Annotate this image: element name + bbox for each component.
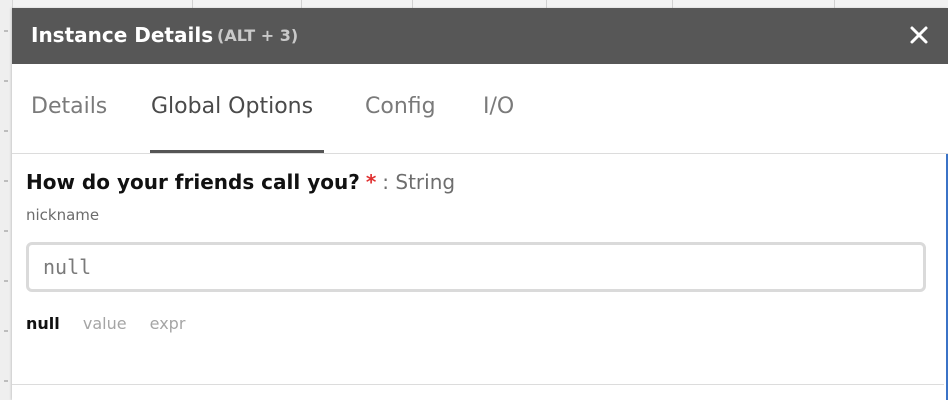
value-mode-selector: null value expr — [26, 314, 203, 333]
mode-null[interactable]: null — [26, 314, 60, 333]
keyboard-shortcut-hint: (ALT + 3) — [217, 26, 299, 45]
tab-global-options[interactable]: Global Options — [151, 94, 313, 119]
tab-details[interactable]: Details — [31, 94, 107, 119]
tab-io[interactable]: I/O — [483, 94, 514, 119]
nickname-input[interactable]: null — [26, 242, 926, 292]
close-button[interactable] — [904, 20, 934, 50]
strip-tick — [4, 380, 8, 382]
strip-tick — [4, 180, 8, 182]
mode-expr[interactable]: expr — [150, 314, 186, 333]
field-label: How do your friends call you? *: String — [26, 170, 455, 194]
tab-bar: Details Global Options Config I/O — [12, 64, 948, 154]
strip-tick — [4, 230, 8, 232]
strip-tick — [4, 330, 8, 332]
global-options-content: How do your friends call you? *: String n… — [12, 154, 948, 400]
active-tab-indicator — [150, 150, 324, 153]
panel-title: Instance Details — [31, 23, 214, 47]
instance-details-panel: Instance Details (ALT + 3) Details Globa… — [12, 8, 948, 400]
section-divider — [12, 384, 944, 385]
field-question: How do your friends call you? — [26, 170, 360, 194]
panel-header: Instance Details (ALT + 3) — [12, 8, 948, 64]
field-type: : String — [382, 170, 456, 194]
close-icon — [910, 26, 928, 44]
strip-tick — [4, 30, 8, 32]
strip-tick — [4, 280, 8, 282]
mode-value[interactable]: value — [83, 314, 127, 333]
strip-tick — [4, 80, 8, 82]
tab-config[interactable]: Config — [365, 94, 436, 119]
required-marker: * — [365, 170, 377, 194]
strip-tick — [4, 130, 8, 132]
field-key: nickname — [26, 206, 100, 224]
